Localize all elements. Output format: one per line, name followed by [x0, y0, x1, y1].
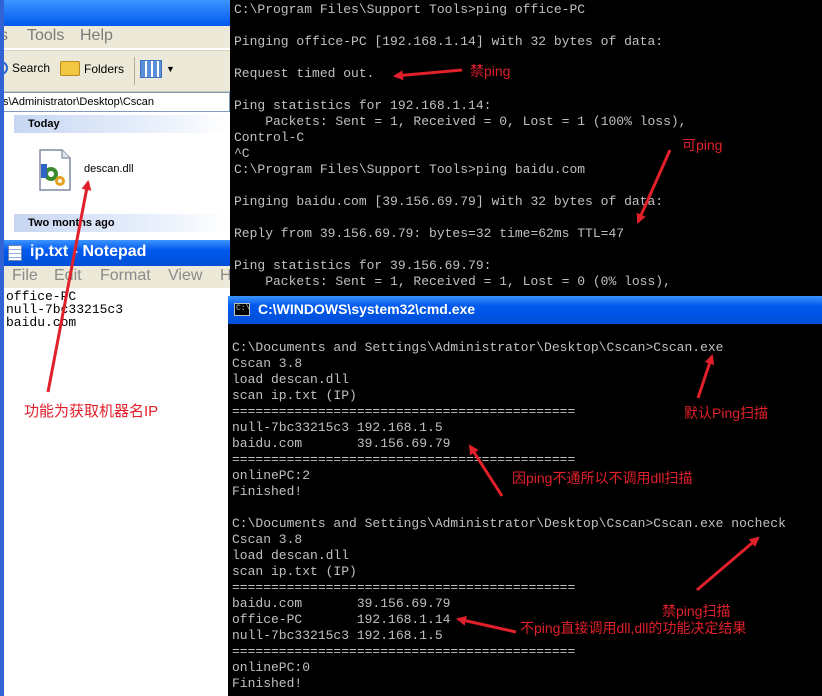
annotation-default-ping-scan: 默认Ping扫描	[684, 405, 769, 421]
arrow-no-ping-scan	[696, 536, 760, 592]
annotation-can-ping: 可ping	[682, 137, 723, 153]
annotation-direct-dll: 不ping直接调用dll,dll的功能决定结果	[520, 620, 747, 636]
arrow-direct-dll	[456, 615, 517, 634]
arrow-default-ping	[696, 354, 715, 399]
arrow-no-ping	[393, 68, 463, 81]
arrow-can-ping	[636, 149, 672, 224]
annotation-no-dll-scan: 因ping不通所以不调用dll扫描	[512, 470, 693, 486]
annotation-arrows	[46, 68, 760, 634]
arrow-hostname	[46, 180, 92, 393]
annotation-no-ping: 禁ping	[470, 63, 511, 79]
annotation-get-hostname: 功能为获取机器名IP	[24, 403, 159, 420]
arrow-no-dll	[468, 444, 504, 497]
